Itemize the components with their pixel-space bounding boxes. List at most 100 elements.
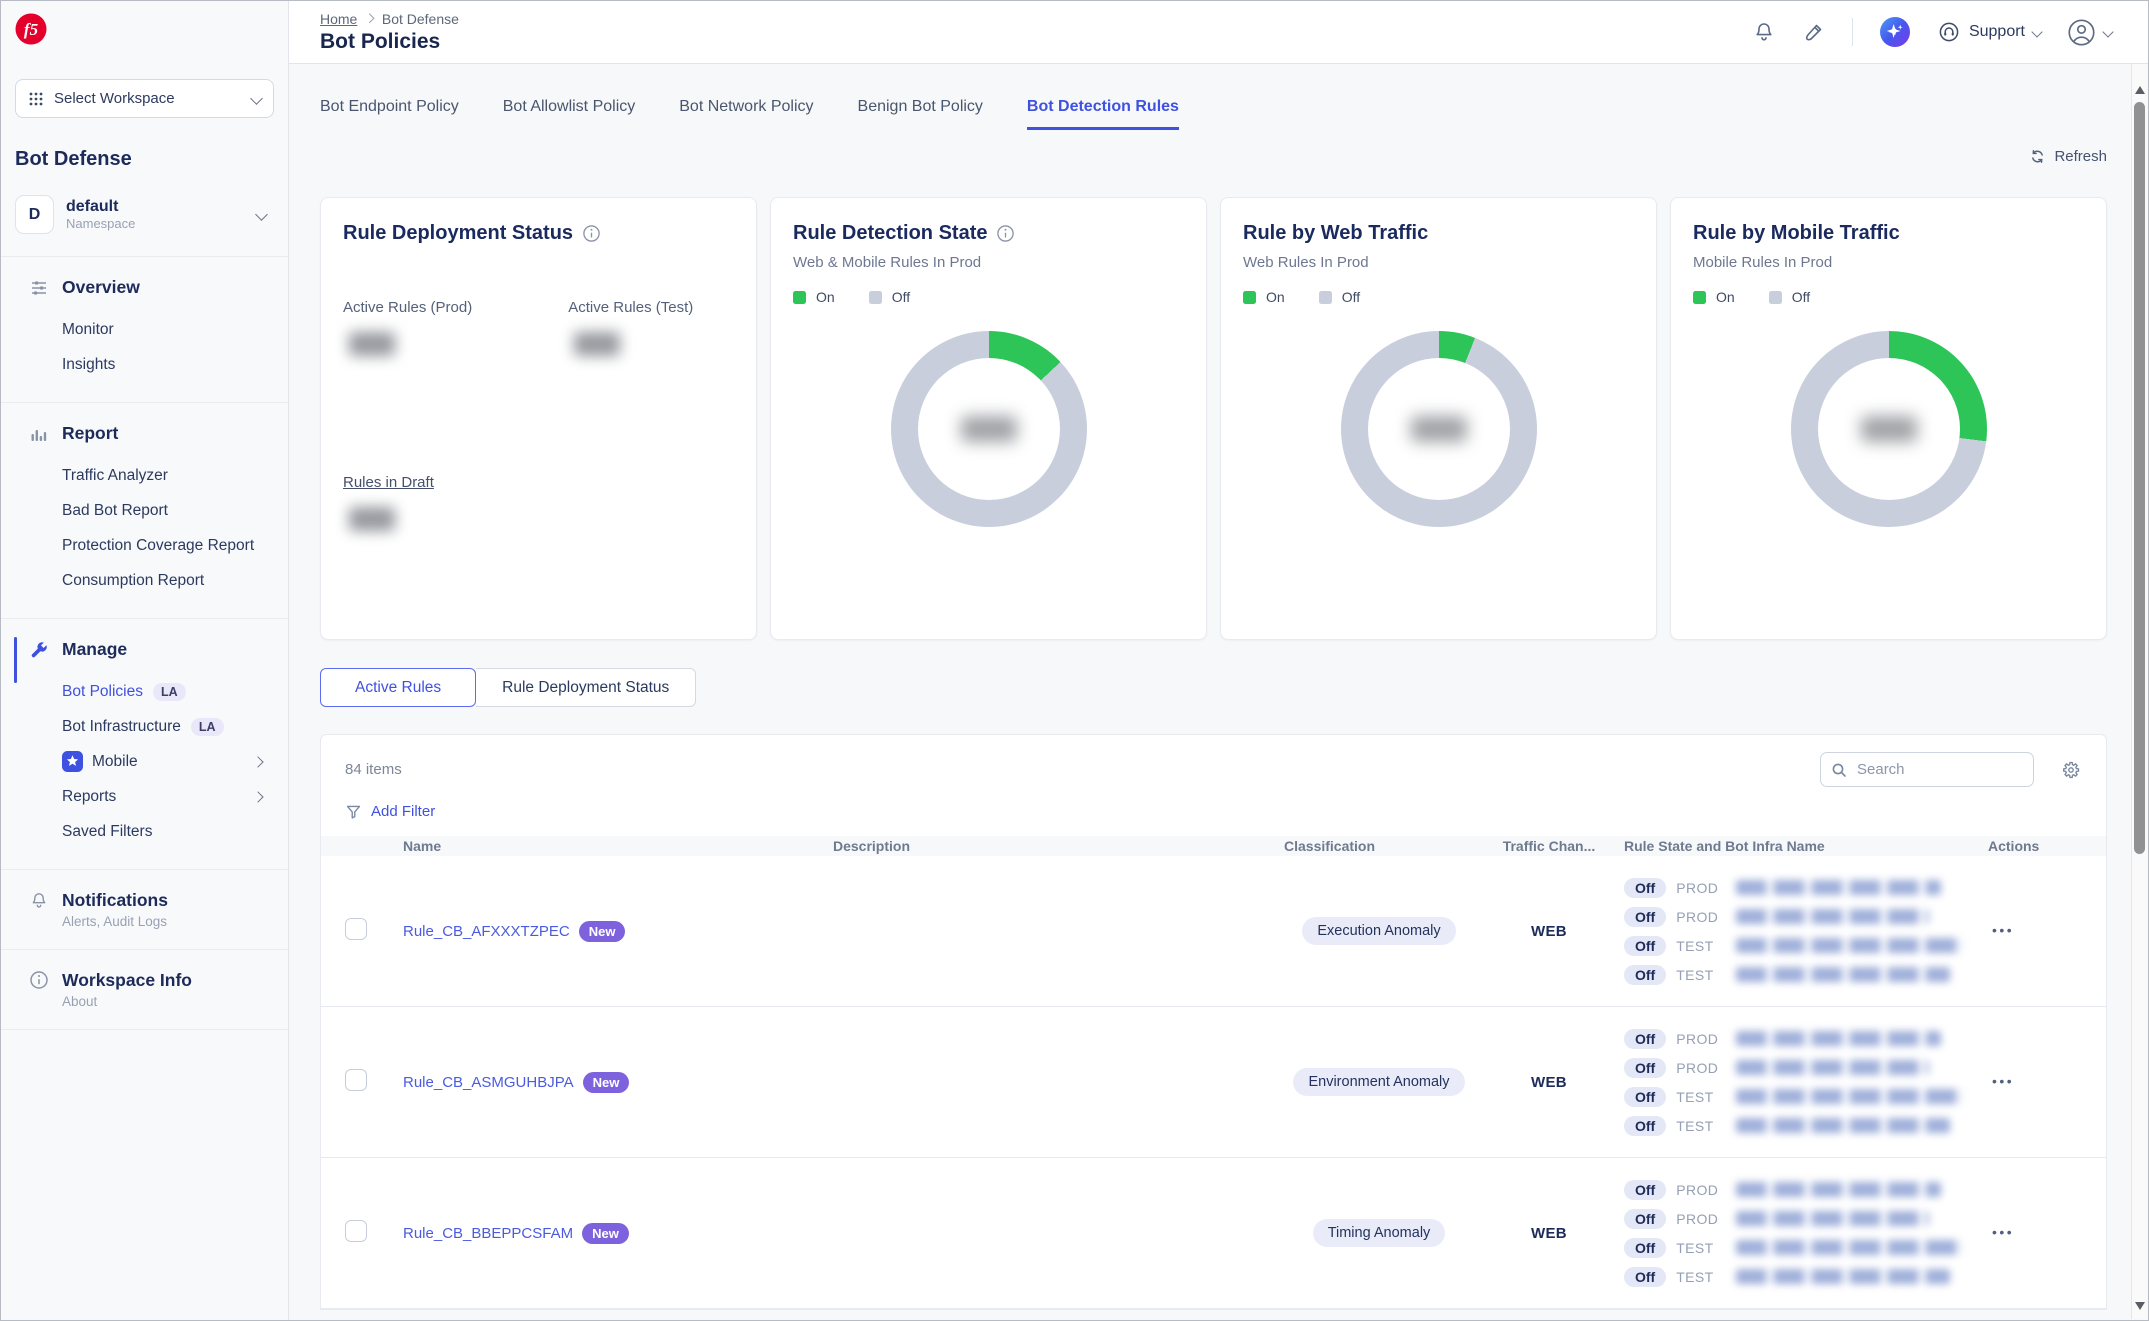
card-title: Rule Detection State: [793, 222, 987, 245]
env-label: PROD: [1676, 1031, 1724, 1047]
sidebar-section-title: Notifications: [62, 890, 168, 911]
user-menu[interactable]: [2067, 18, 2112, 47]
chevron-right-icon: [365, 14, 374, 23]
env-label: PROD: [1676, 1182, 1724, 1198]
bell-icon[interactable]: [1752, 20, 1776, 44]
row-actions-menu[interactable]: •••: [1992, 1224, 2014, 1240]
sidebar-nav: Overview Monitor Insights Report Traffic…: [1, 256, 288, 869]
sidebar-item-bot-policies[interactable]: Bot PoliciesLA: [15, 674, 274, 709]
scrollbar-down-arrow[interactable]: [2132, 1298, 2147, 1313]
funnel-icon: [345, 803, 362, 820]
col-description[interactable]: Description: [833, 838, 1284, 854]
sidebar-section-manage: Manage Bot PoliciesLA Bot Infrastructure…: [1, 618, 288, 869]
rule-states: OffPRODOffPRODOffTESTOffTEST: [1624, 1175, 1974, 1291]
info-icon[interactable]: [582, 224, 601, 243]
toggle-rule-deployment-status[interactable]: Rule Deployment Status: [476, 668, 696, 707]
tab-bot-network-policy[interactable]: Bot Network Policy: [679, 98, 813, 130]
bot-infra-name-blurred: [1736, 1182, 1941, 1197]
sidebar-item-protection-coverage-report[interactable]: Protection Coverage Report: [15, 528, 274, 563]
row-actions-menu[interactable]: •••: [1992, 922, 2014, 938]
rule-name-link[interactable]: Rule_CB_AFXXXTZPEC: [403, 923, 570, 940]
rule-state-line: Off PROD: [1624, 902, 1974, 931]
row-actions-menu[interactable]: •••: [1992, 1073, 2014, 1089]
state-pill: Off: [1624, 1238, 1666, 1258]
info-icon: [29, 970, 49, 990]
breadcrumb-bot-defense[interactable]: Bot Defense: [382, 11, 459, 27]
sidebar-item-bot-infrastructure[interactable]: Bot InfrastructureLA: [15, 709, 274, 744]
support-menu[interactable]: Support: [1937, 20, 2041, 44]
card-title: Rule by Web Traffic: [1243, 222, 1428, 245]
workspace-selector[interactable]: Select Workspace: [15, 79, 274, 118]
info-icon[interactable]: [996, 224, 1015, 243]
state-pill: Off: [1624, 1267, 1666, 1287]
ai-assistant-icon[interactable]: [1879, 16, 1911, 48]
rule-detection-state-card: Rule Detection State Web & Mobile Rules …: [770, 197, 1207, 640]
env-label: PROD: [1676, 909, 1724, 925]
env-label: TEST: [1676, 967, 1724, 983]
legend-on-label: On: [1266, 289, 1285, 305]
blurred-value: [349, 507, 395, 531]
namespace-label: Namespace: [66, 216, 135, 231]
col-actions: Actions: [1974, 838, 2082, 854]
sidebar-item-insights[interactable]: Insights: [15, 347, 274, 382]
tab-bot-endpoint-policy[interactable]: Bot Endpoint Policy: [320, 98, 459, 130]
gear-icon[interactable]: [2060, 759, 2082, 781]
row-checkbox[interactable]: [345, 918, 367, 940]
breadcrumb-home-link[interactable]: Home: [320, 11, 357, 27]
sidebar-item-mobile[interactable]: Mobile: [15, 744, 274, 779]
env-label: PROD: [1676, 880, 1724, 896]
state-pill: Off: [1624, 965, 1666, 985]
card-subtitle: Web Rules In Prod: [1243, 254, 1634, 271]
rules-table-panel: 84 items Add Filter: [320, 734, 2107, 1310]
divider: [1852, 18, 1853, 46]
row-checkbox[interactable]: [345, 1220, 367, 1242]
sidebar-item-monitor[interactable]: Monitor: [15, 312, 274, 347]
la-badge: LA: [191, 718, 224, 736]
rule-name-link[interactable]: Rule_CB_BBEPPCSFAM: [403, 1225, 573, 1242]
col-traffic-channel[interactable]: Traffic Chan...: [1474, 838, 1624, 854]
rule-state-line: Off PROD: [1624, 873, 1974, 902]
rule-name-link[interactable]: Rule_CB_ASMGUHBJPA: [403, 1074, 574, 1091]
col-name[interactable]: Name: [403, 838, 833, 854]
search-input[interactable]: [1855, 760, 2023, 779]
scrollbar-thumb[interactable]: [2134, 102, 2145, 854]
tab-benign-bot-policy[interactable]: Benign Bot Policy: [858, 98, 983, 130]
sidebar-item-bad-bot-report[interactable]: Bad Bot Report: [15, 493, 274, 528]
row-checkbox[interactable]: [345, 1069, 367, 1091]
state-pill: Off: [1624, 907, 1666, 927]
col-classification[interactable]: Classification: [1284, 838, 1474, 854]
sidebar-section-notifications[interactable]: Notifications Alerts, Audit Logs: [1, 869, 288, 949]
sidebar-item-consumption-report[interactable]: Consumption Report: [15, 563, 274, 598]
refresh-button[interactable]: Refresh: [2029, 148, 2107, 165]
sidebar-item-saved-filters[interactable]: Saved Filters: [15, 814, 274, 849]
search-box: [1820, 752, 2034, 787]
rules-in-draft-link[interactable]: Rules in Draft: [343, 474, 734, 491]
sidebar-section-workspace-info[interactable]: Workspace Info About: [1, 949, 288, 1030]
toggle-active-rules[interactable]: Active Rules: [320, 668, 476, 707]
sidebar: f5 Select Workspace Bot Defense D defaul…: [1, 1, 289, 1320]
user-avatar-icon: [2067, 18, 2096, 47]
sidebar-item-traffic-analyzer[interactable]: Traffic Analyzer: [15, 458, 274, 493]
traffic-channel: WEB: [1474, 923, 1624, 940]
content: Bot Endpoint Policy Bot Allowlist Policy B…: [289, 64, 2133, 1320]
sidebar-item-reports[interactable]: Reports: [15, 779, 274, 814]
add-filter-button[interactable]: Add Filter: [321, 787, 2106, 836]
namespace-selector[interactable]: D default Namespace: [15, 195, 274, 256]
legend-off-label: Off: [892, 289, 910, 305]
state-pill: Off: [1624, 878, 1666, 898]
vertical-scrollbar[interactable]: [2131, 64, 2147, 1319]
env-label: TEST: [1676, 1089, 1724, 1105]
tab-bot-detection-rules[interactable]: Bot Detection Rules: [1027, 98, 1179, 130]
breadcrumb: Home Bot Defense: [320, 11, 459, 27]
paintbrush-icon[interactable]: [1802, 20, 1826, 44]
state-pill: Off: [1624, 1029, 1666, 1049]
legend-off-label: Off: [1792, 289, 1810, 305]
legend-on-label: On: [1716, 289, 1735, 305]
sidebar-section-title: Workspace Info: [62, 970, 192, 991]
blurred-center-value: [961, 416, 1017, 442]
tab-bot-allowlist-policy[interactable]: Bot Allowlist Policy: [503, 98, 636, 130]
scrollbar-up-arrow[interactable]: [2132, 82, 2147, 97]
legend-on-swatch: [793, 291, 806, 304]
col-rule-state[interactable]: Rule State and Bot Infra Name: [1624, 838, 1974, 854]
chevron-down-icon: [2102, 26, 2113, 37]
